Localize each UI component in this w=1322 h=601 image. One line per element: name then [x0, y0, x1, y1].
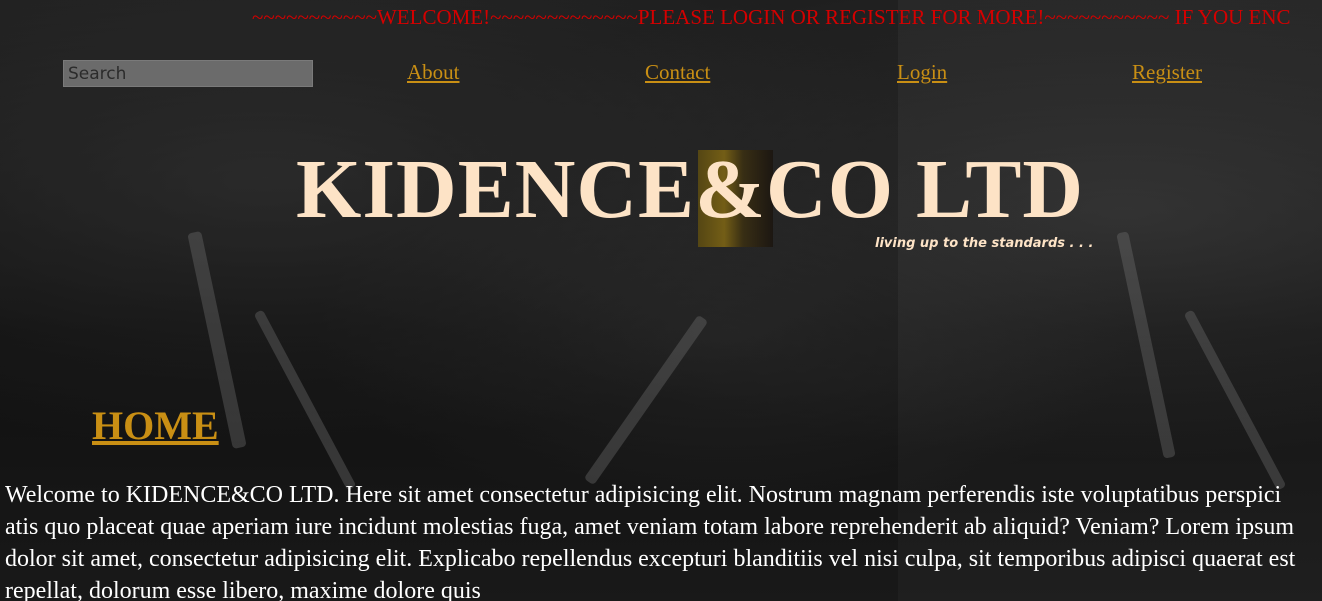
- page-title: HOME: [92, 403, 219, 448]
- nav-link-login[interactable]: Login: [897, 60, 947, 85]
- brand-tagline: living up to the standards . . .: [875, 236, 1094, 251]
- nav-link-register[interactable]: Register: [1132, 60, 1202, 85]
- brand-title: KIDENCE&CO LTD: [296, 143, 1085, 236]
- intro-paragraph: Welcome to KIDENCE&CO LTD. Here sit amet…: [5, 482, 1296, 601]
- search-input[interactable]: [63, 60, 313, 87]
- nav-link-about[interactable]: About: [407, 60, 460, 85]
- nav-link-contact[interactable]: Contact: [645, 60, 710, 85]
- welcome-marquee: ~~~~~~~~~~~WELCOME!~~~~~~~~~~~~~PLEASE L…: [252, 5, 1291, 29]
